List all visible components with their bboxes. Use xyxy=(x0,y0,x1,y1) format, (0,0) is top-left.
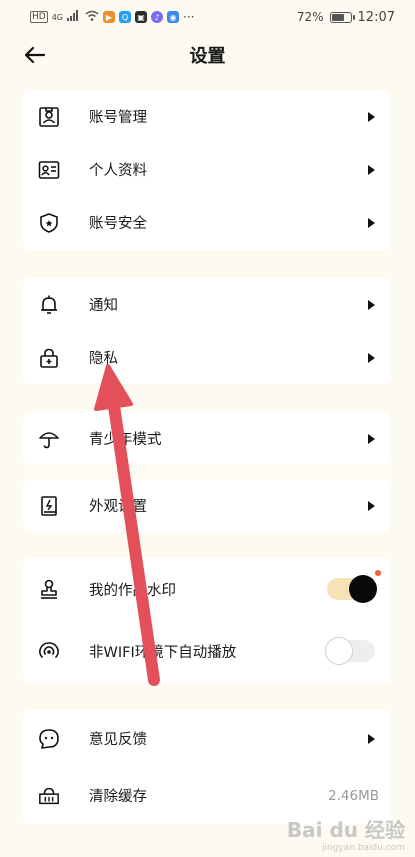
feedback-icon xyxy=(38,728,60,750)
signal-bars-icon xyxy=(67,10,81,24)
toggle-knob xyxy=(325,637,353,665)
status-bar: HD 4G ▶ Q ▣ ♪ ◉ ··· 72% 12:07 xyxy=(0,0,415,34)
settings-item-privacy[interactable]: 隐私 xyxy=(23,331,391,384)
chevron-right-icon xyxy=(368,299,375,310)
network-label: HD xyxy=(30,11,48,23)
settings-item-label: 意见反馈 xyxy=(89,732,147,748)
clock: 12:07 xyxy=(357,9,395,25)
chevron-right-icon xyxy=(368,500,375,511)
status-left: HD 4G ▶ Q ▣ ♪ ◉ ··· xyxy=(30,10,194,24)
q-app-icon: Q xyxy=(119,11,131,23)
appearance-group: 外观设置 xyxy=(23,479,391,532)
cache-size-value: 2.46MB xyxy=(328,787,379,804)
back-arrow-icon xyxy=(24,46,46,64)
watermark-toggle[interactable] xyxy=(327,570,381,603)
settings-item-label: 账号安全 xyxy=(89,216,147,232)
settings-item-youth-mode[interactable]: 青少年模式 xyxy=(23,412,391,465)
lock-icon xyxy=(38,347,60,369)
settings-item-label: 外观设置 xyxy=(89,499,147,515)
wifi-icon xyxy=(85,10,99,24)
nav-bar: 设置 xyxy=(0,34,415,76)
basket-icon xyxy=(38,785,60,807)
battery-icon xyxy=(329,11,355,23)
feedback-cache-group: 意见反馈 清除缓存 2.46MB xyxy=(23,710,391,824)
settings-item-feedback[interactable]: 意见反馈 xyxy=(23,710,391,767)
bell-icon xyxy=(38,294,60,316)
new-badge-dot xyxy=(375,570,381,576)
settings-item-label: 青少年模式 xyxy=(89,432,162,448)
notification-privacy-group: 通知 隐私 xyxy=(23,278,391,384)
settings-item-account-security[interactable]: 账号安全 xyxy=(23,196,391,249)
back-button[interactable] xyxy=(22,42,48,68)
more-notifications: ··· xyxy=(183,10,195,24)
stamp-icon xyxy=(38,578,60,600)
chevron-right-icon xyxy=(368,111,375,122)
settings-item-work-watermark: 我的作品水印 xyxy=(23,558,391,620)
music-app-icon: ♪ xyxy=(151,11,163,23)
status-right: 72% 12:07 xyxy=(297,10,395,25)
playback-toggles-group: 我的作品水印 非WIFI环境下自动播放 xyxy=(23,558,391,683)
toggle-knob xyxy=(349,575,377,603)
account-settings-group: 账号管理 个人资料 账号安全 xyxy=(23,90,391,250)
settings-item-label: 个人资料 xyxy=(89,163,147,179)
car-app-icon: ▣ xyxy=(135,11,147,23)
settings-item-label: 账号管理 xyxy=(89,110,147,126)
settings-item-label: 隐私 xyxy=(89,351,118,367)
umbrella-icon xyxy=(38,428,60,450)
bulb-app-icon: ◉ xyxy=(167,11,179,23)
watermark-url: jingyan.baidu.com xyxy=(321,843,405,853)
chevron-right-icon xyxy=(368,164,375,175)
book-icon xyxy=(38,495,60,517)
chevron-right-icon xyxy=(368,352,375,363)
video-app-icon: ▶ xyxy=(103,11,115,23)
wifi-play-icon xyxy=(38,640,60,662)
autoplay-toggle[interactable] xyxy=(325,637,375,665)
battery-percent: 72% xyxy=(296,10,324,24)
settings-item-autoplay-non-wifi: 非WIFI环境下自动播放 xyxy=(23,620,391,682)
chevron-right-icon xyxy=(368,433,375,444)
chevron-right-icon xyxy=(368,217,375,228)
settings-item-appearance[interactable]: 外观设置 xyxy=(23,479,391,532)
signal-label: 4G xyxy=(51,12,63,22)
id-badge-icon xyxy=(38,106,60,128)
watermark-logo-text: Bai du 经验 xyxy=(286,818,405,842)
id-card-icon xyxy=(38,159,60,181)
chevron-right-icon xyxy=(368,733,375,744)
settings-item-label: 通知 xyxy=(89,298,118,314)
settings-item-notifications[interactable]: 通知 xyxy=(23,278,391,331)
settings-item-account-management[interactable]: 账号管理 xyxy=(23,90,391,143)
settings-item-profile[interactable]: 个人资料 xyxy=(23,143,391,196)
page-title: 设置 xyxy=(189,46,226,67)
youth-mode-group: 青少年模式 xyxy=(23,412,391,465)
shield-icon xyxy=(38,212,60,234)
baidu-watermark: Bai du 经验 jingyan.baidu.com xyxy=(287,814,405,853)
